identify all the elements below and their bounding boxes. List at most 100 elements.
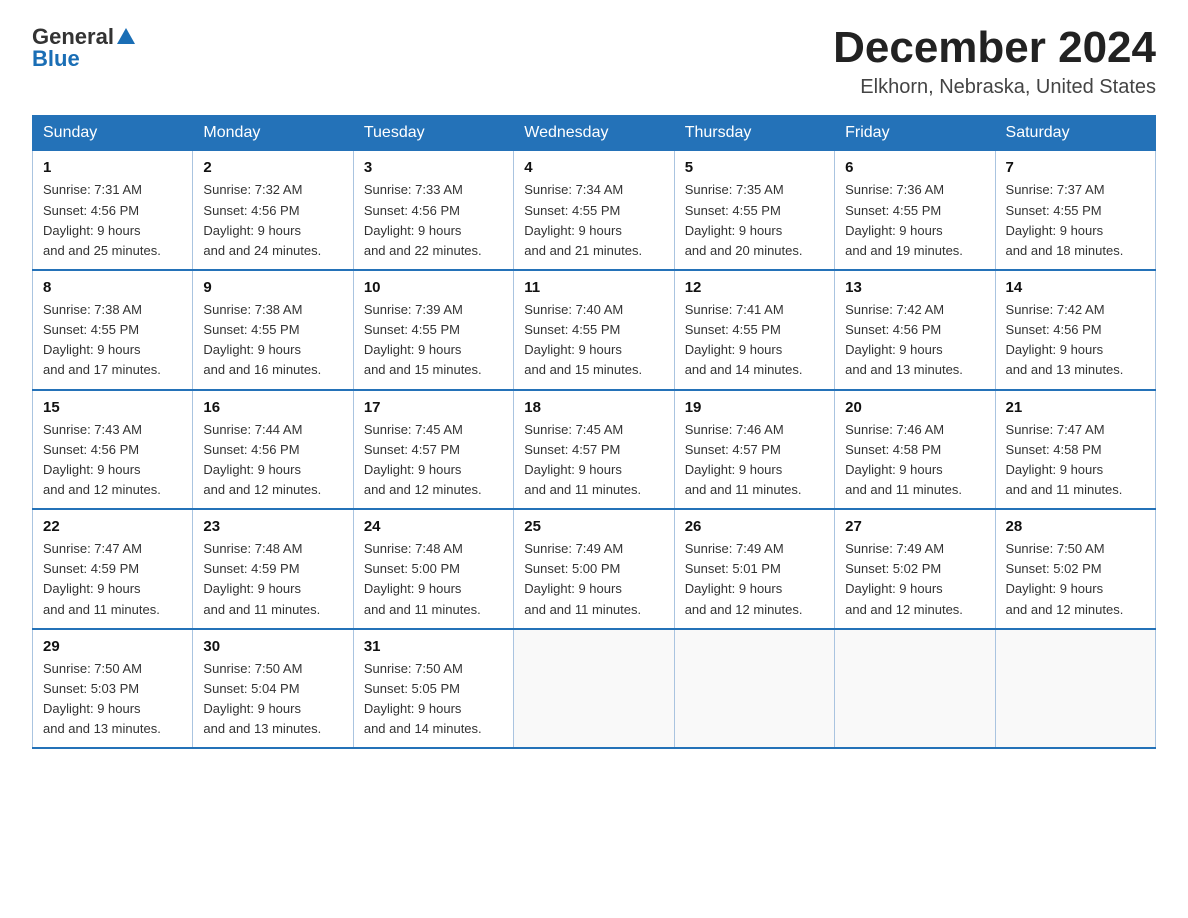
- calendar-cell: 26 Sunrise: 7:49 AMSunset: 5:01 PMDaylig…: [674, 509, 834, 629]
- calendar-cell: [835, 629, 995, 749]
- day-number: 12: [685, 279, 824, 296]
- calendar-cell: 6 Sunrise: 7:36 AMSunset: 4:55 PMDayligh…: [835, 151, 995, 270]
- day-info: Sunrise: 7:47 AMSunset: 4:59 PMDaylight:…: [43, 541, 160, 616]
- day-info: Sunrise: 7:49 AMSunset: 5:02 PMDaylight:…: [845, 541, 963, 616]
- title-section: December 2024 Elkhorn, Nebraska, United …: [833, 24, 1156, 99]
- logo-blue: Blue: [32, 46, 80, 72]
- day-number: 10: [364, 279, 503, 296]
- calendar-week-4: 22 Sunrise: 7:47 AMSunset: 4:59 PMDaylig…: [33, 509, 1156, 629]
- calendar-table: SundayMondayTuesdayWednesdayThursdayFrid…: [32, 115, 1156, 749]
- day-info: Sunrise: 7:38 AMSunset: 4:55 PMDaylight:…: [203, 302, 321, 377]
- day-info: Sunrise: 7:48 AMSunset: 4:59 PMDaylight:…: [203, 541, 320, 616]
- calendar-cell: 21 Sunrise: 7:47 AMSunset: 4:58 PMDaylig…: [995, 390, 1155, 510]
- day-number: 5: [685, 159, 824, 176]
- calendar-cell: [995, 629, 1155, 749]
- day-number: 13: [845, 279, 984, 296]
- calendar-cell: 1 Sunrise: 7:31 AMSunset: 4:56 PMDayligh…: [33, 151, 193, 270]
- day-info: Sunrise: 7:47 AMSunset: 4:58 PMDaylight:…: [1006, 422, 1123, 497]
- day-info: Sunrise: 7:39 AMSunset: 4:55 PMDaylight:…: [364, 302, 482, 377]
- calendar-cell: 10 Sunrise: 7:39 AMSunset: 4:55 PMDaylig…: [353, 270, 513, 390]
- weekday-header-row: SundayMondayTuesdayWednesdayThursdayFrid…: [33, 116, 1156, 151]
- calendar-cell: 31 Sunrise: 7:50 AMSunset: 5:05 PMDaylig…: [353, 629, 513, 749]
- day-info: Sunrise: 7:44 AMSunset: 4:56 PMDaylight:…: [203, 422, 321, 497]
- day-info: Sunrise: 7:50 AMSunset: 5:05 PMDaylight:…: [364, 661, 482, 736]
- day-number: 1: [43, 159, 182, 176]
- weekday-header-tuesday: Tuesday: [353, 116, 513, 151]
- day-number: 9: [203, 279, 342, 296]
- weekday-header-monday: Monday: [193, 116, 353, 151]
- day-info: Sunrise: 7:36 AMSunset: 4:55 PMDaylight:…: [845, 182, 963, 257]
- day-info: Sunrise: 7:33 AMSunset: 4:56 PMDaylight:…: [364, 182, 482, 257]
- calendar-cell: 15 Sunrise: 7:43 AMSunset: 4:56 PMDaylig…: [33, 390, 193, 510]
- day-number: 25: [524, 518, 663, 535]
- day-info: Sunrise: 7:37 AMSunset: 4:55 PMDaylight:…: [1006, 182, 1124, 257]
- calendar-cell: 20 Sunrise: 7:46 AMSunset: 4:58 PMDaylig…: [835, 390, 995, 510]
- calendar-cell: 17 Sunrise: 7:45 AMSunset: 4:57 PMDaylig…: [353, 390, 513, 510]
- calendar-week-1: 1 Sunrise: 7:31 AMSunset: 4:56 PMDayligh…: [33, 151, 1156, 270]
- day-info: Sunrise: 7:41 AMSunset: 4:55 PMDaylight:…: [685, 302, 803, 377]
- calendar-cell: 28 Sunrise: 7:50 AMSunset: 5:02 PMDaylig…: [995, 509, 1155, 629]
- calendar-cell: 2 Sunrise: 7:32 AMSunset: 4:56 PMDayligh…: [193, 151, 353, 270]
- weekday-header-thursday: Thursday: [674, 116, 834, 151]
- calendar-cell: 19 Sunrise: 7:46 AMSunset: 4:57 PMDaylig…: [674, 390, 834, 510]
- day-info: Sunrise: 7:45 AMSunset: 4:57 PMDaylight:…: [364, 422, 482, 497]
- day-number: 28: [1006, 518, 1145, 535]
- day-info: Sunrise: 7:32 AMSunset: 4:56 PMDaylight:…: [203, 182, 321, 257]
- day-info: Sunrise: 7:50 AMSunset: 5:02 PMDaylight:…: [1006, 541, 1124, 616]
- day-number: 8: [43, 279, 182, 296]
- day-info: Sunrise: 7:49 AMSunset: 5:01 PMDaylight:…: [685, 541, 803, 616]
- calendar-cell: 18 Sunrise: 7:45 AMSunset: 4:57 PMDaylig…: [514, 390, 674, 510]
- weekday-header-sunday: Sunday: [33, 116, 193, 151]
- day-info: Sunrise: 7:40 AMSunset: 4:55 PMDaylight:…: [524, 302, 642, 377]
- logo-triangle-icon: [117, 28, 135, 49]
- day-number: 2: [203, 159, 342, 176]
- day-info: Sunrise: 7:45 AMSunset: 4:57 PMDaylight:…: [524, 422, 641, 497]
- calendar-title: December 2024: [833, 24, 1156, 72]
- day-number: 7: [1006, 159, 1145, 176]
- calendar-cell: 13 Sunrise: 7:42 AMSunset: 4:56 PMDaylig…: [835, 270, 995, 390]
- calendar-cell: 23 Sunrise: 7:48 AMSunset: 4:59 PMDaylig…: [193, 509, 353, 629]
- day-number: 26: [685, 518, 824, 535]
- day-number: 4: [524, 159, 663, 176]
- calendar-cell: 11 Sunrise: 7:40 AMSunset: 4:55 PMDaylig…: [514, 270, 674, 390]
- calendar-cell: 16 Sunrise: 7:44 AMSunset: 4:56 PMDaylig…: [193, 390, 353, 510]
- calendar-cell: 4 Sunrise: 7:34 AMSunset: 4:55 PMDayligh…: [514, 151, 674, 270]
- day-info: Sunrise: 7:49 AMSunset: 5:00 PMDaylight:…: [524, 541, 641, 616]
- day-number: 30: [203, 638, 342, 655]
- day-number: 22: [43, 518, 182, 535]
- logo: General Blue: [32, 24, 135, 72]
- day-info: Sunrise: 7:50 AMSunset: 5:04 PMDaylight:…: [203, 661, 321, 736]
- calendar-cell: 25 Sunrise: 7:49 AMSunset: 5:00 PMDaylig…: [514, 509, 674, 629]
- calendar-week-2: 8 Sunrise: 7:38 AMSunset: 4:55 PMDayligh…: [33, 270, 1156, 390]
- calendar-week-5: 29 Sunrise: 7:50 AMSunset: 5:03 PMDaylig…: [33, 629, 1156, 749]
- calendar-cell: 22 Sunrise: 7:47 AMSunset: 4:59 PMDaylig…: [33, 509, 193, 629]
- day-info: Sunrise: 7:50 AMSunset: 5:03 PMDaylight:…: [43, 661, 161, 736]
- day-info: Sunrise: 7:35 AMSunset: 4:55 PMDaylight:…: [685, 182, 803, 257]
- day-number: 16: [203, 399, 342, 416]
- day-number: 3: [364, 159, 503, 176]
- day-number: 21: [1006, 399, 1145, 416]
- day-number: 18: [524, 399, 663, 416]
- day-number: 27: [845, 518, 984, 535]
- day-number: 6: [845, 159, 984, 176]
- calendar-cell: 8 Sunrise: 7:38 AMSunset: 4:55 PMDayligh…: [33, 270, 193, 390]
- day-number: 15: [43, 399, 182, 416]
- calendar-header: SundayMondayTuesdayWednesdayThursdayFrid…: [33, 116, 1156, 151]
- calendar-cell: 30 Sunrise: 7:50 AMSunset: 5:04 PMDaylig…: [193, 629, 353, 749]
- day-info: Sunrise: 7:31 AMSunset: 4:56 PMDaylight:…: [43, 182, 161, 257]
- weekday-header-saturday: Saturday: [995, 116, 1155, 151]
- day-number: 17: [364, 399, 503, 416]
- day-number: 29: [43, 638, 182, 655]
- calendar-cell: [514, 629, 674, 749]
- day-number: 24: [364, 518, 503, 535]
- page-header: General Blue December 2024 Elkhorn, Nebr…: [32, 24, 1156, 99]
- calendar-cell: 24 Sunrise: 7:48 AMSunset: 5:00 PMDaylig…: [353, 509, 513, 629]
- calendar-cell: 29 Sunrise: 7:50 AMSunset: 5:03 PMDaylig…: [33, 629, 193, 749]
- weekday-header-wednesday: Wednesday: [514, 116, 674, 151]
- day-number: 14: [1006, 279, 1145, 296]
- day-info: Sunrise: 7:42 AMSunset: 4:56 PMDaylight:…: [845, 302, 963, 377]
- day-number: 31: [364, 638, 503, 655]
- day-number: 20: [845, 399, 984, 416]
- day-info: Sunrise: 7:34 AMSunset: 4:55 PMDaylight:…: [524, 182, 642, 257]
- day-info: Sunrise: 7:46 AMSunset: 4:58 PMDaylight:…: [845, 422, 962, 497]
